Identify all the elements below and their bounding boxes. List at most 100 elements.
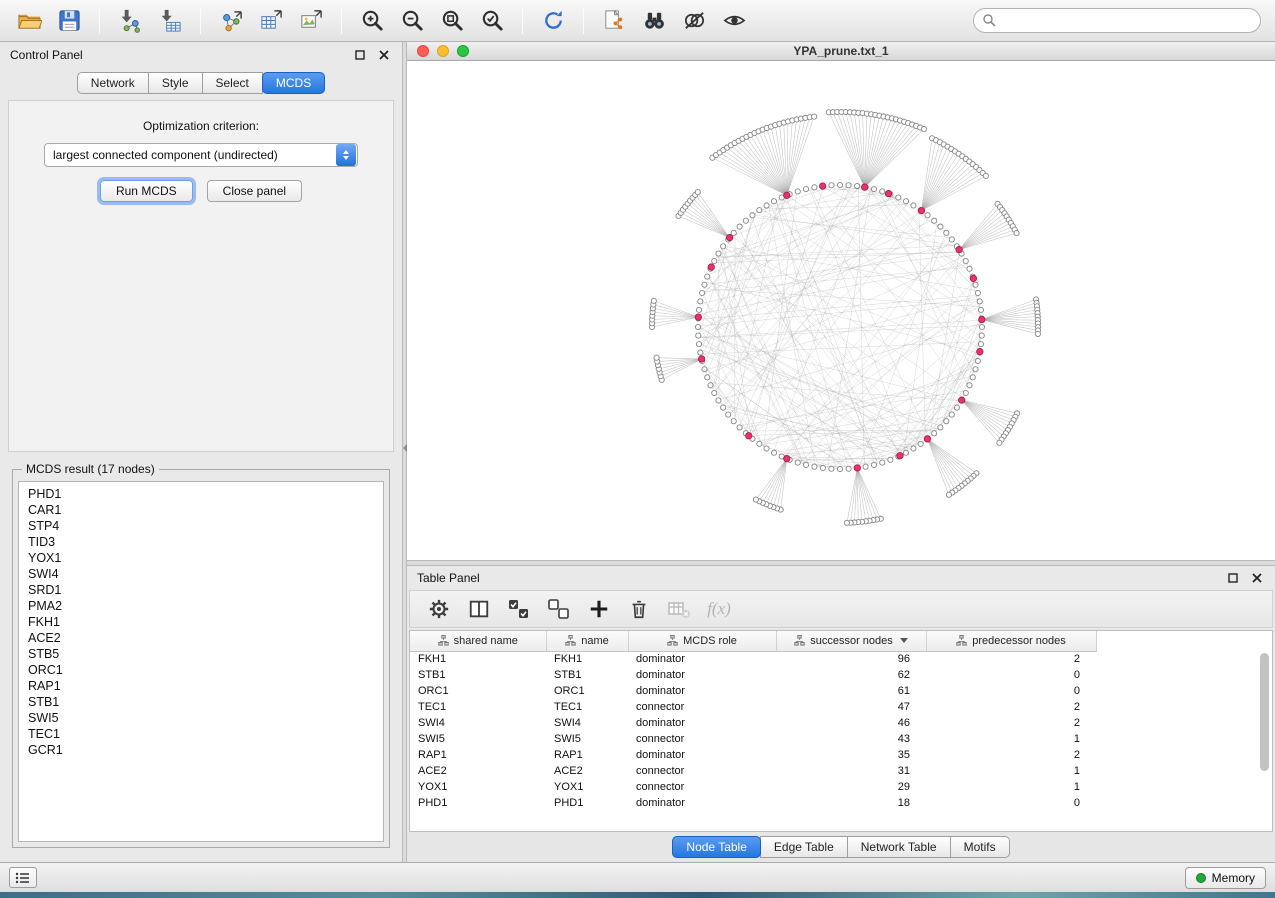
cell-name[interactable]: TEC1 (546, 699, 628, 715)
cell-shared-name[interactable]: SWI5 (410, 731, 546, 747)
mcds-result-item[interactable]: RAP1 (28, 678, 374, 694)
export-network-button[interactable] (595, 4, 633, 38)
cell-mcds-role[interactable]: dominator (628, 795, 776, 811)
cell-successor-nodes[interactable]: 61 (776, 683, 926, 699)
column-header-shared-name[interactable]: shared name (410, 631, 546, 651)
close-table-panel-button[interactable] (1249, 570, 1265, 586)
zoom-fit-button[interactable] (433, 4, 471, 38)
cell-predecessor-nodes[interactable]: 0 (926, 667, 1096, 683)
zoom-in-button[interactable] (353, 4, 391, 38)
mcds-result-item[interactable]: YOX1 (28, 550, 374, 566)
close-panel-x-button[interactable] (376, 47, 392, 63)
cell-mcds-role[interactable]: dominator (628, 747, 776, 763)
mcds-result-item[interactable]: SRD1 (28, 582, 374, 598)
cell-mcds-role[interactable]: dominator (628, 651, 776, 667)
cell-name[interactable]: YOX1 (546, 779, 628, 795)
select-all-button[interactable] (504, 595, 534, 623)
mcds-result-item[interactable]: STP4 (28, 518, 374, 534)
cell-mcds-role[interactable]: dominator (628, 683, 776, 699)
table-tab[interactable]: Network Table (847, 836, 951, 858)
control-panel-tab[interactable]: MCDS (262, 72, 325, 94)
float-panel-button[interactable] (352, 47, 368, 63)
zoom-out-button[interactable] (393, 4, 431, 38)
mcds-result-item[interactable]: GCR1 (28, 742, 374, 758)
import-network-button[interactable] (111, 4, 149, 38)
memory-button[interactable]: Memory (1185, 867, 1266, 889)
cell-predecessor-nodes[interactable]: 2 (926, 747, 1096, 763)
filter-button[interactable] (675, 4, 713, 38)
table-row[interactable]: YOX1 YOX1 connector 29 1 (410, 779, 1096, 795)
control-panel-tab[interactable]: Select (202, 72, 263, 94)
cell-name[interactable]: RAP1 (546, 747, 628, 763)
task-history-button[interactable] (9, 867, 37, 888)
mcds-result-item[interactable]: ACE2 (28, 630, 374, 646)
table-row[interactable]: STB1 STB1 dominator 62 0 (410, 667, 1096, 683)
close-window-icon[interactable] (417, 45, 429, 57)
cell-successor-nodes[interactable]: 31 (776, 763, 926, 779)
table-scrollbar[interactable] (1259, 653, 1270, 827)
table-tab[interactable]: Edge Table (760, 836, 848, 858)
cell-shared-name[interactable]: STB1 (410, 667, 546, 683)
cell-successor-nodes[interactable]: 46 (776, 715, 926, 731)
mcds-result-item[interactable]: TID3 (28, 534, 374, 550)
cell-name[interactable]: ACE2 (546, 763, 628, 779)
mcds-result-item[interactable]: SWI5 (28, 710, 374, 726)
new-network-button[interactable] (212, 4, 250, 38)
cell-shared-name[interactable]: RAP1 (410, 747, 546, 763)
cell-mcds-role[interactable]: connector (628, 699, 776, 715)
cell-predecessor-nodes[interactable]: 1 (926, 779, 1096, 795)
import-table-button[interactable] (151, 4, 189, 38)
float-table-panel-button[interactable] (1225, 570, 1241, 586)
column-header-name[interactable]: name (546, 631, 628, 651)
control-panel-tab[interactable]: Network (77, 72, 149, 94)
table-row[interactable]: ORC1 ORC1 dominator 61 0 (410, 683, 1096, 699)
cell-mcds-role[interactable]: connector (628, 763, 776, 779)
mcds-result-item[interactable]: PHD1 (28, 486, 374, 502)
table-row[interactable]: TEC1 TEC1 connector 47 2 (410, 699, 1096, 715)
table-row[interactable]: PHD1 PHD1 dominator 18 0 (410, 795, 1096, 811)
create-column-button[interactable] (584, 595, 614, 623)
mcds-result-item[interactable]: ORC1 (28, 662, 374, 678)
cell-name[interactable]: STB1 (546, 667, 628, 683)
open-session-button[interactable] (10, 4, 48, 38)
mcds-result-item[interactable]: PMA2 (28, 598, 374, 614)
delete-column-button[interactable] (624, 595, 654, 623)
find-button[interactable] (635, 4, 673, 38)
cell-predecessor-nodes[interactable]: 2 (926, 715, 1096, 731)
cell-name[interactable]: PHD1 (546, 795, 628, 811)
cell-predecessor-nodes[interactable]: 2 (926, 699, 1096, 715)
cell-successor-nodes[interactable]: 96 (776, 651, 926, 667)
cell-name[interactable]: SWI4 (546, 715, 628, 731)
table-row[interactable]: ACE2 ACE2 connector 31 1 (410, 763, 1096, 779)
cell-predecessor-nodes[interactable]: 0 (926, 683, 1096, 699)
apply-layout-button[interactable] (534, 4, 572, 38)
show-graphics-button[interactable] (715, 4, 753, 38)
cell-successor-nodes[interactable]: 47 (776, 699, 926, 715)
cell-successor-nodes[interactable]: 29 (776, 779, 926, 795)
column-header-mcds-role[interactable]: MCDS role (628, 631, 776, 651)
cell-mcds-role[interactable]: dominator (628, 667, 776, 683)
mcds-result-item[interactable]: FKH1 (28, 614, 374, 630)
show-columns-button[interactable] (464, 595, 494, 623)
cell-shared-name[interactable]: ACE2 (410, 763, 546, 779)
mcds-result-item[interactable]: STB5 (28, 646, 374, 662)
mcds-result-item[interactable]: CAR1 (28, 502, 374, 518)
network-canvas[interactable] (407, 61, 1275, 560)
cell-predecessor-nodes[interactable]: 1 (926, 731, 1096, 747)
cell-shared-name[interactable]: PHD1 (410, 795, 546, 811)
cell-successor-nodes[interactable]: 35 (776, 747, 926, 763)
control-panel-tab[interactable]: Style (148, 72, 203, 94)
column-header-predecessor-nodes[interactable]: predecessor nodes (926, 631, 1096, 651)
sort-desc-icon[interactable] (900, 638, 908, 643)
table-row[interactable]: FKH1 FKH1 dominator 96 2 (410, 651, 1096, 667)
scrollbar-thumb[interactable] (1260, 653, 1269, 771)
mcds-result-list[interactable]: PHD1CAR1STP4TID3YOX1SWI4SRD1PMA2FKH1ACE2… (18, 481, 384, 842)
table-settings-button[interactable] (424, 595, 454, 623)
cell-successor-nodes[interactable]: 18 (776, 795, 926, 811)
deselect-all-button[interactable] (544, 595, 574, 623)
table-tab[interactable]: Node Table (672, 836, 761, 858)
cell-mcds-role[interactable]: dominator (628, 715, 776, 731)
run-mcds-button[interactable]: Run MCDS (100, 180, 193, 202)
table-row[interactable]: SWI5 SWI5 connector 43 1 (410, 731, 1096, 747)
cell-successor-nodes[interactable]: 43 (776, 731, 926, 747)
